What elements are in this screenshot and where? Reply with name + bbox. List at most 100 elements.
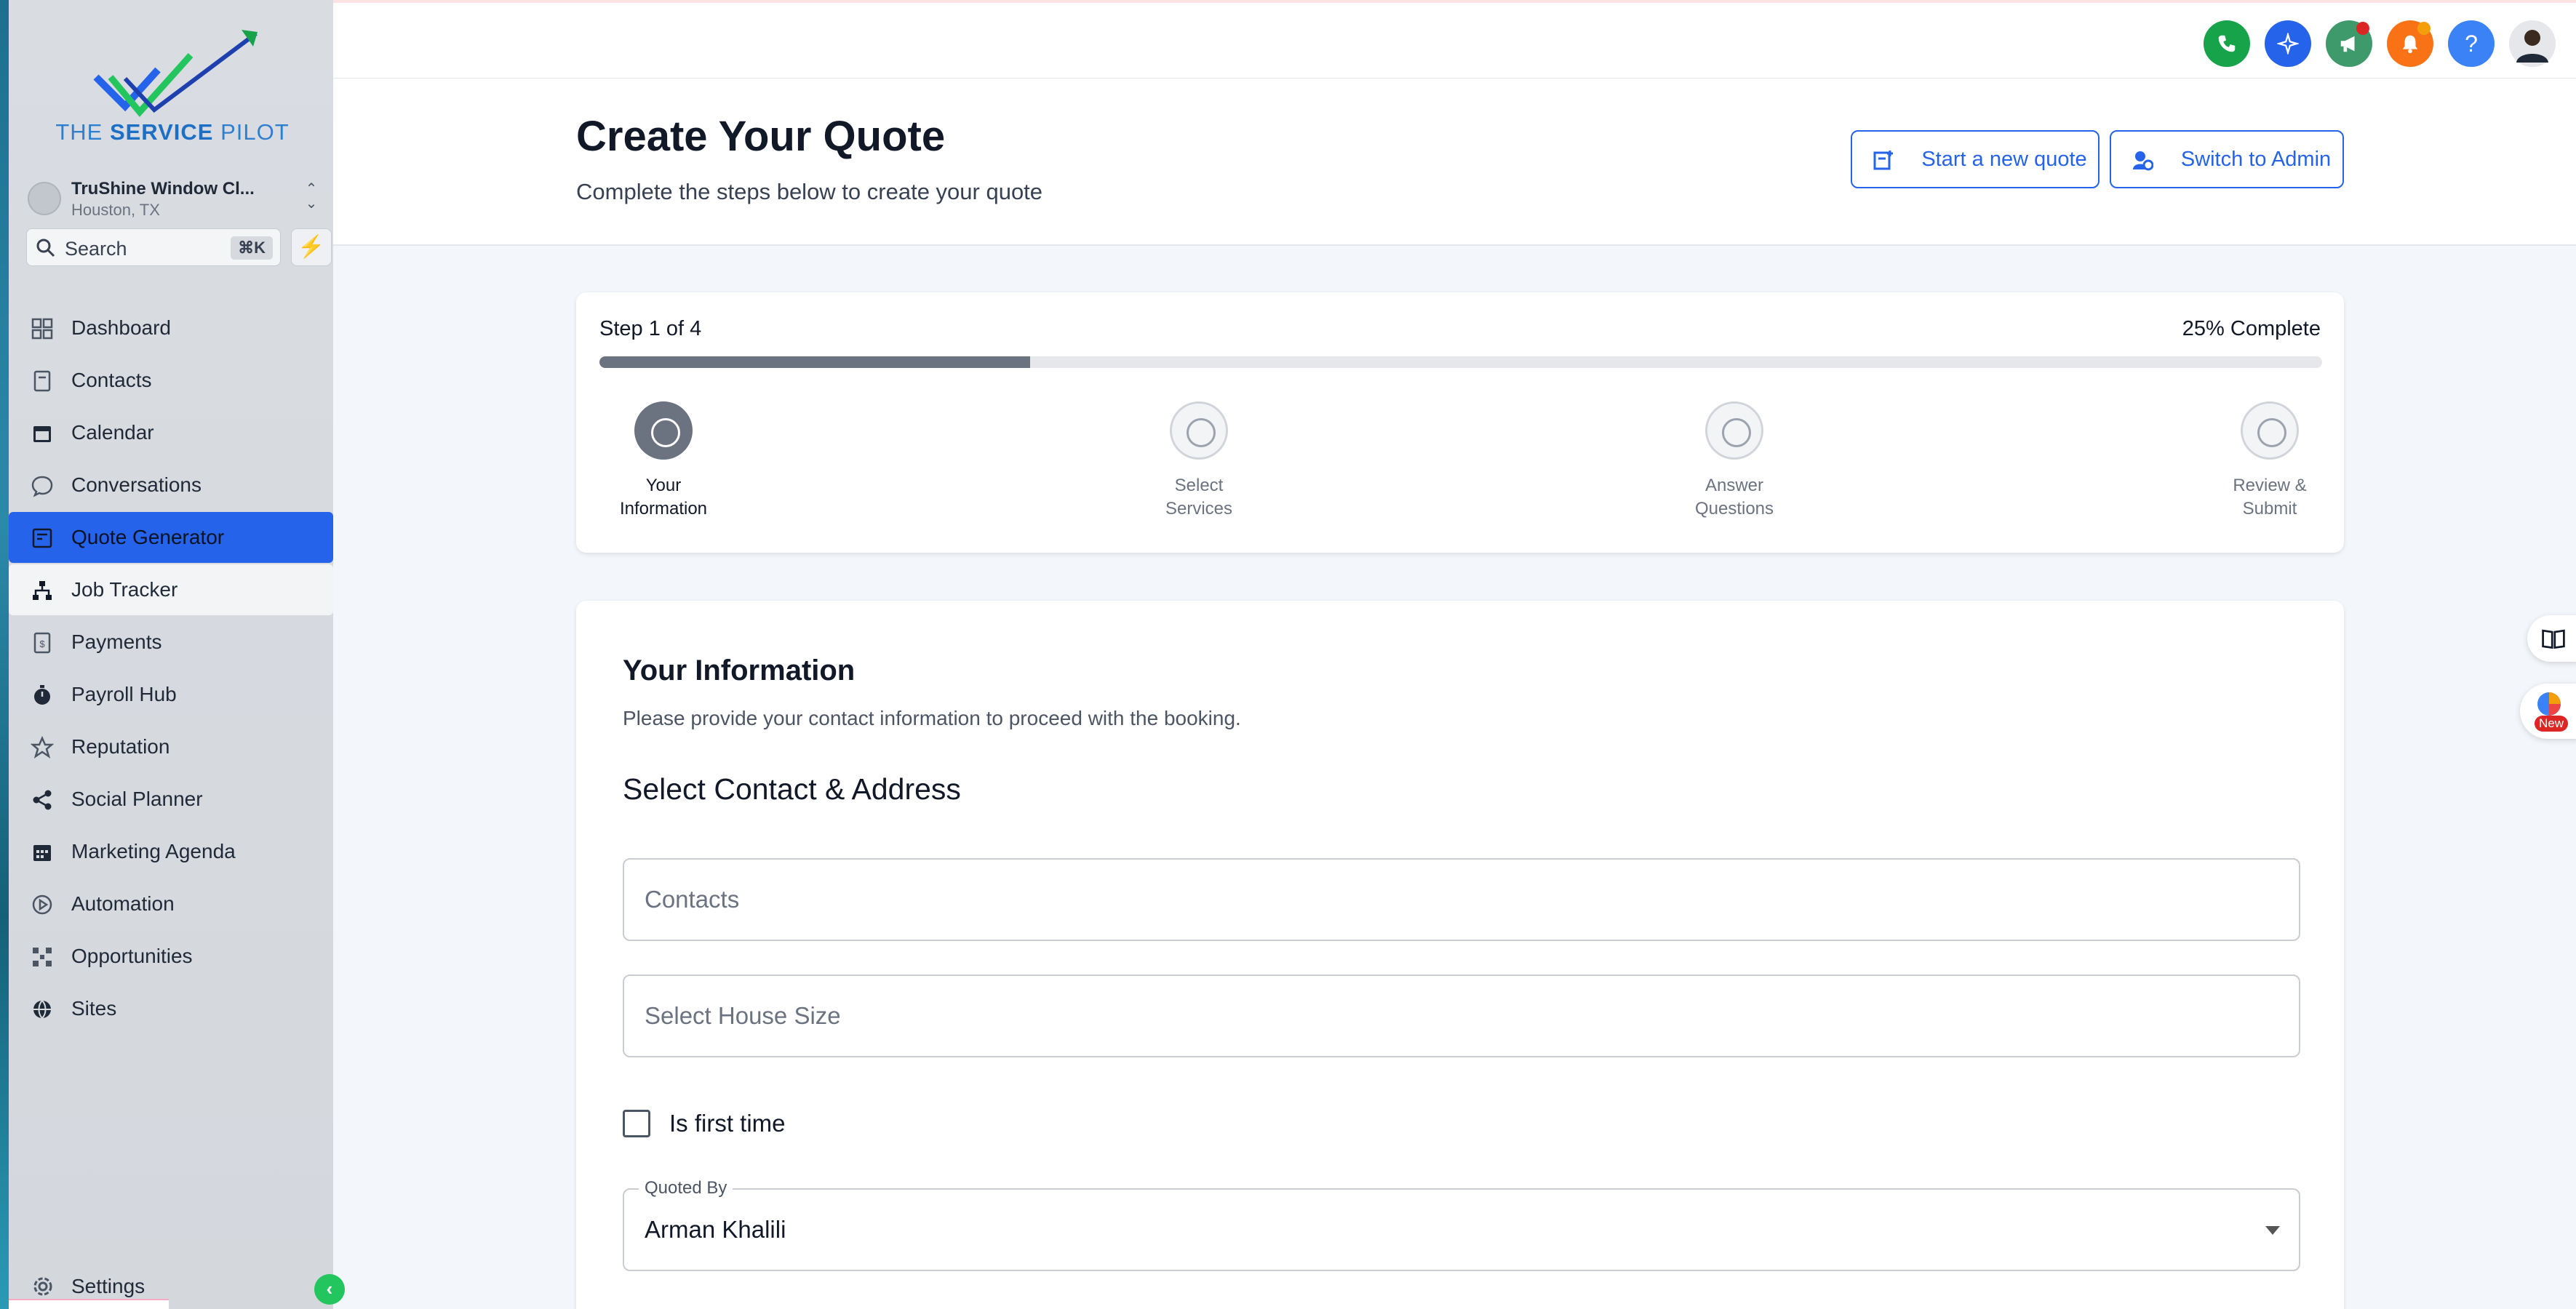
step-label: Your Information: [619, 476, 708, 519]
chevron-updown-icon: ⌃ ⌄: [305, 181, 318, 212]
notification-dot: [2356, 22, 2369, 35]
account-avatar: [28, 182, 61, 215]
quoted-by-value: Arman Khalili: [645, 1216, 786, 1243]
sidebar-item-label: Payments: [71, 631, 162, 653]
page-header: Create Your Quote Complete the steps bel…: [333, 79, 2576, 246]
first-time-checkbox[interactable]: [623, 1110, 650, 1137]
form-title: Your Information: [623, 654, 856, 686]
stopwatch-icon: [34, 685, 50, 705]
sidebar: THE SERVICE PILOT TruShine Window Cl... …: [9, 0, 333, 1309]
caret-down-icon: [2265, 1226, 2280, 1235]
opportunities-icon: [33, 948, 52, 966]
search-icon: [36, 239, 55, 257]
open-book-icon: [2542, 629, 2565, 649]
step-4[interactable]: Review & Submit: [2197, 401, 2342, 521]
chat-icon: [31, 476, 53, 497]
step-circle-icon: [634, 401, 693, 460]
quoted-by-select[interactable]: Quoted By Arman Khalili: [623, 1178, 2300, 1271]
quick-action-bolt-icon[interactable]: ⚡: [291, 228, 332, 266]
guide-book-button[interactable]: [2527, 615, 2576, 662]
contacts-field[interactable]: Contacts: [623, 858, 2300, 941]
sidebar-item-label: Job Tracker: [71, 578, 178, 601]
search-label: Search: [65, 238, 127, 260]
step-2[interactable]: Select Services: [1126, 401, 1272, 521]
quoted-by-label: Quoted By: [639, 1178, 733, 1198]
sidebar-item-label: Social Planner: [71, 788, 203, 810]
sidebar-item-label: Marketing Agenda: [71, 840, 236, 862]
house-size-placeholder: Select House Size: [645, 1002, 841, 1029]
sidebar-item-quote-generator[interactable]: Quote Generator: [9, 512, 333, 563]
sidebar-item-contacts[interactable]: Contacts: [9, 355, 333, 406]
sidebar-item-label: Calendar: [71, 421, 154, 444]
sidebar-item-marketing-agenda[interactable]: Marketing Agenda: [9, 826, 333, 877]
step-label: Review & Submit: [2233, 476, 2307, 519]
sidebar-item-sites[interactable]: Sites: [9, 983, 333, 1034]
step-circle-icon: [2241, 401, 2299, 460]
new-document-icon: [1873, 151, 1893, 170]
logo-checkmark-icon: [93, 30, 258, 117]
account-switcher[interactable]: TruShine Window Cl... Houston, TX ⌃ ⌄: [17, 175, 330, 223]
admin-user-icon: [2133, 151, 2153, 171]
phone-icon[interactable]: [2204, 20, 2250, 67]
step-1[interactable]: Your Information: [591, 401, 736, 521]
star-icon: [31, 736, 54, 758]
colorful-wheel-icon: [2537, 692, 2561, 716]
first-time-label: Is first time: [669, 1110, 786, 1137]
bottom-fragment: [9, 1299, 169, 1309]
search-shortcut: ⌘K: [231, 236, 273, 260]
user-avatar[interactable]: [2509, 20, 2556, 67]
contacts-placeholder: Contacts: [645, 886, 740, 913]
step-circle-icon: [1705, 401, 1763, 460]
gear-icon: [33, 1277, 52, 1296]
notification-dot: [2417, 22, 2431, 35]
help-glyph: ?: [2465, 31, 2478, 57]
collapse-sidebar-chevron-left-icon[interactable]: ‹: [314, 1274, 345, 1305]
sidebar-item-opportunities[interactable]: Opportunities: [9, 931, 333, 982]
step-circle-icon: [1170, 401, 1228, 460]
sidebar-nav: Dashboard Contacts Calendar Conversations Qu…: [9, 303, 333, 1036]
logo-text: THE SERVICE PILOT: [55, 119, 290, 145]
desktop-background-strip: [0, 0, 9, 1309]
whats-new-button[interactable]: New: [2520, 684, 2576, 739]
sidebar-item-reputation[interactable]: Reputation: [9, 721, 333, 772]
sidebar-item-label: Conversations: [71, 473, 202, 496]
search-input[interactable]: Search ⌘K: [26, 228, 281, 266]
step-label: Select Services: [1165, 476, 1233, 519]
start-new-quote-button[interactable]: Start a new quote: [1851, 130, 2100, 188]
megaphone-icon[interactable]: [2326, 20, 2372, 67]
switch-to-admin-button[interactable]: Switch to Admin: [2110, 130, 2344, 188]
progress-card: Step 1 of 4 25% Complete Your Information…: [576, 292, 2344, 553]
page-title: Create Your Quote: [576, 113, 946, 160]
sidebar-item-dashboard[interactable]: Dashboard: [9, 303, 333, 353]
sidebar-item-payments[interactable]: $ Payments: [9, 617, 333, 668]
sparkle-icon[interactable]: [2265, 20, 2311, 67]
sidebar-item-label: Automation: [71, 892, 175, 915]
account-location: Houston, TX: [71, 201, 160, 219]
sidebar-item-social-planner[interactable]: Social Planner: [9, 774, 333, 825]
sidebar-item-automation[interactable]: Automation: [9, 878, 333, 929]
form-description: Please provide your contact information …: [623, 707, 1241, 729]
sidebar-item-calendar[interactable]: Calendar: [9, 407, 333, 458]
step-counter: Step 1 of 4: [599, 317, 702, 340]
dashboard-icon: [31, 318, 53, 340]
sidebar-item-payroll-hub[interactable]: Payroll Hub: [9, 669, 333, 720]
payments-icon: $: [33, 632, 51, 654]
sidebar-item-label: Opportunities: [71, 945, 193, 967]
sidebar-item-conversations[interactable]: Conversations: [9, 460, 333, 511]
percent-complete: 25% Complete: [2182, 317, 2321, 340]
quote-icon: [32, 528, 52, 548]
help-icon[interactable]: ?: [2448, 20, 2495, 67]
house-size-field[interactable]: Select House Size: [623, 974, 2300, 1057]
switch-to-admin-label: Switch to Admin: [2180, 148, 2332, 171]
account-name: TruShine Window Cl...: [71, 179, 255, 199]
sidebar-item-job-tracker[interactable]: Job Tracker: [9, 564, 333, 615]
bell-icon[interactable]: [2387, 20, 2433, 67]
new-badge: New: [2535, 716, 2569, 732]
calendar-icon: [33, 426, 51, 442]
brand-logo[interactable]: THE SERVICE PILOT: [52, 26, 292, 150]
page-subtitle: Complete the steps below to create your …: [576, 179, 1043, 204]
svg-text:$: $: [39, 639, 45, 649]
step-3[interactable]: Answer Questions: [1662, 401, 1807, 521]
progress-bar-fill: [599, 356, 1030, 368]
step-label: Answer Questions: [1694, 476, 1774, 519]
